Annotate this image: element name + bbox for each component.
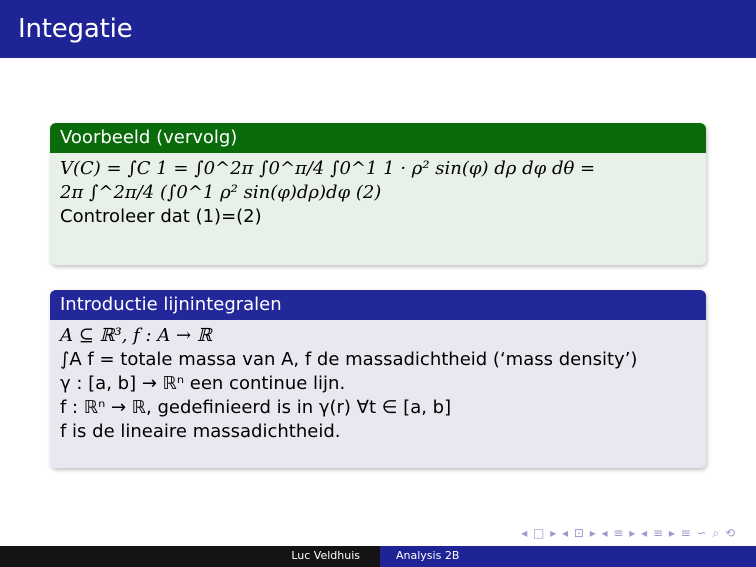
example-block-body: V(C) = ∫C 1 = ∫0^2π ∫0^π/4 ∫0^1 1 · ρ² s… [50, 153, 706, 265]
footer-author: Luc Veldhuis [291, 549, 360, 562]
intro-block: Introductie lijnintegralen A ⊆ ℝ³, f : A… [50, 290, 706, 468]
beamer-navigation-icons[interactable]: ◂ □ ▸ ◂ ⊡ ▸ ◂ ≡ ▸ ◂ ≡ ▸ ≡ ∽ ⌕ ⟲ [521, 526, 736, 541]
example-line-1: V(C) = ∫C 1 = ∫0^2π ∫0^π/4 ∫0^1 1 · ρ² s… [60, 158, 596, 179]
slide-footer: Luc Veldhuis Analysis 2B [0, 546, 756, 567]
intro-line-2: ∫A f = totale massa van A, f de massadic… [60, 349, 638, 370]
footer-course-panel: Analysis 2B [380, 546, 756, 567]
footer-course: Analysis 2B [396, 549, 460, 562]
example-line-3: Controleer dat (1)=(2) [60, 206, 262, 227]
example-block: Voorbeeld (vervolg) V(C) = ∫C 1 = ∫0^2π … [50, 123, 706, 265]
intro-line-3: γ : [a, b] → ℝⁿ een continue lijn. [60, 373, 346, 394]
example-block-title: Voorbeeld (vervolg) [50, 123, 706, 153]
intro-block-body: A ⊆ ℝ³, f : A → ℝ ∫A f = totale massa va… [50, 320, 706, 468]
example-line-2: 2π ∫^2π/4 (∫0^1 ρ² sin(φ)dρ)dφ (2) [60, 182, 382, 203]
intro-line-1: A ⊆ ℝ³, f : A → ℝ [60, 325, 212, 346]
intro-block-title: Introductie lijnintegralen [50, 290, 706, 320]
intro-line-5: f is de lineaire massadichtheid. [60, 421, 341, 442]
slide-title: Integatie [18, 14, 133, 44]
intro-line-4: f : ℝⁿ → ℝ, gedefinieerd is in γ(r) ∀t ∈… [60, 397, 452, 418]
footer-author-panel: Luc Veldhuis [0, 546, 380, 567]
slide-header: Integatie [0, 0, 756, 58]
